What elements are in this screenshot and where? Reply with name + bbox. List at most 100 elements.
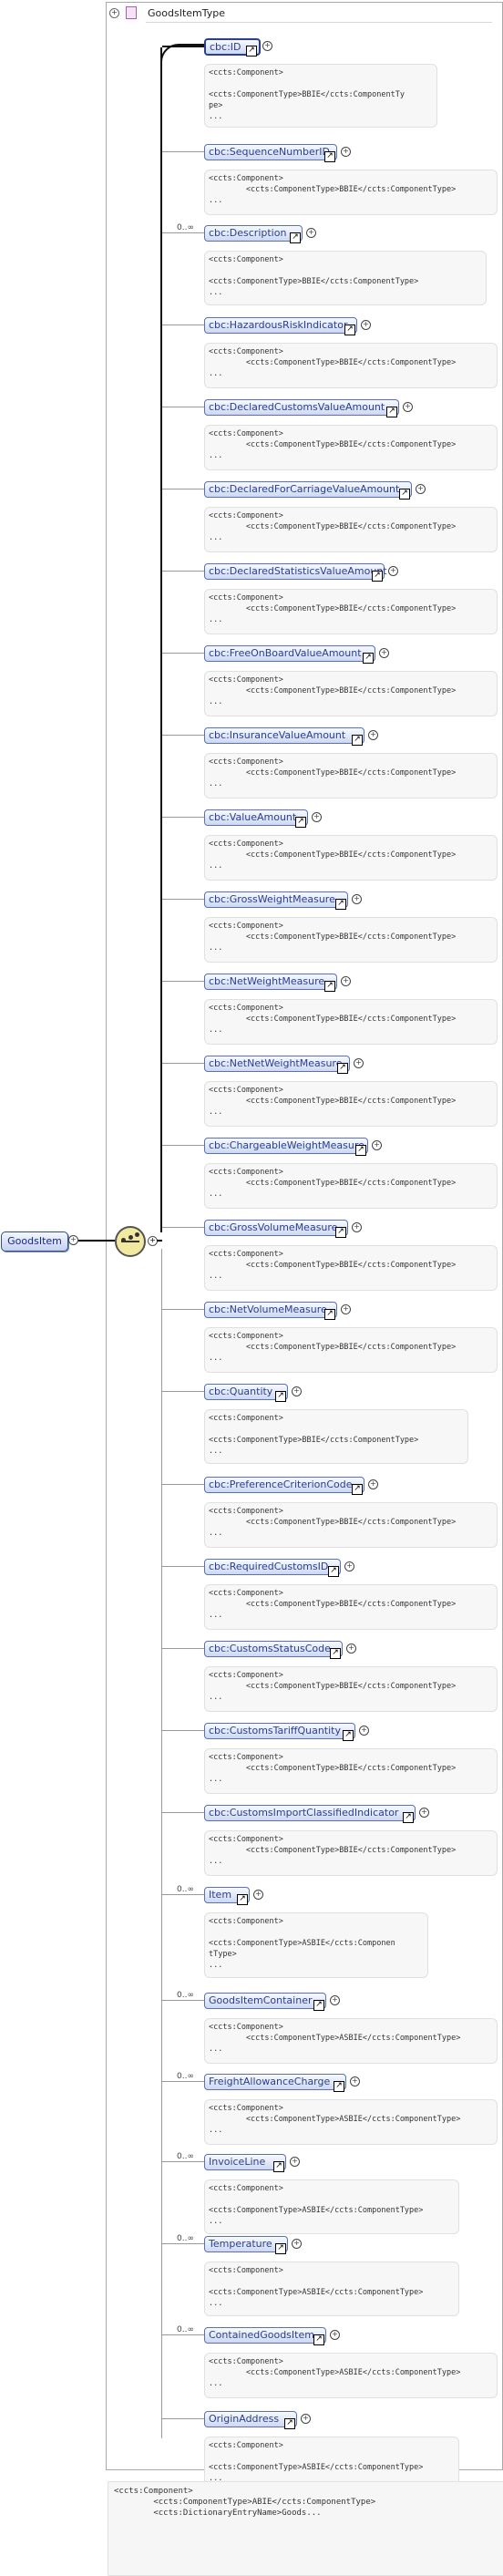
reference-arrow-icon: ↗ (324, 1309, 335, 1320)
branch-connector (162, 1309, 204, 1310)
expand-connector[interactable]: + (292, 1386, 302, 1396)
root-element-goodsitem[interactable]: GoodsItem (1, 1231, 68, 1252)
element-valueamount[interactable]: cbc:ValueAmount (204, 809, 308, 826)
expand-connector[interactable]: + (341, 976, 351, 986)
required-branch-line (160, 47, 162, 1232)
element-description[interactable]: cbc:Description (204, 225, 303, 242)
element-sequencenumberid[interactable]: cbc:SequenceNumberID (204, 144, 337, 160)
element-containedgoodsitem[interactable]: ContainedGoodsItem (204, 2327, 326, 2344)
expand-connector[interactable]: + (419, 1808, 429, 1818)
element-label: cbc:CustomsStatusCode (209, 1643, 331, 1654)
expand-connector[interactable]: + (359, 1726, 369, 1736)
expand-connector[interactable]: + (341, 147, 351, 157)
element-label: cbc:GrossVolumeMeasure (209, 1221, 338, 1233)
element-goodsitemcontainer[interactable]: GoodsItemContainer (204, 1993, 326, 2009)
expand-connector[interactable]: + (368, 730, 378, 740)
expand-connector[interactable]: + (388, 566, 398, 576)
element-annotation: <ccts:Component> <ccts:ComponentType>BBI… (204, 64, 437, 128)
element-annotation: <ccts:Component> <ccts:ComponentType>BBI… (204, 507, 498, 552)
optional-branch-line (161, 1249, 162, 2438)
reference-arrow-icon: ↗ (246, 46, 257, 57)
expand-connector[interactable]: + (354, 1058, 364, 1068)
type-header: + GoodsItemType (106, 2, 501, 24)
element-label: cbc:ChargeableWeightMeasure (209, 1139, 364, 1151)
expand-connector[interactable]: + (341, 1304, 351, 1314)
title-underline (146, 22, 492, 23)
reference-arrow-icon: ↗ (399, 489, 410, 500)
expand-connector[interactable]: + (312, 812, 322, 822)
branch-connector (162, 653, 204, 654)
element-label: cbc:HazardousRiskIndicator (209, 319, 348, 331)
branch-connector (162, 1063, 204, 1064)
element-preferencecriterioncode[interactable]: cbc:PreferenceCriterionCode (204, 1477, 364, 1493)
branch-connector (162, 151, 204, 152)
expand-connector[interactable]: + (368, 1479, 378, 1489)
reference-arrow-icon: ↗ (275, 2243, 286, 2254)
element-originaddress[interactable]: OriginAddress (204, 2411, 297, 2427)
reference-arrow-icon: ↗ (275, 1391, 286, 1402)
root-expand-connector[interactable]: + (68, 1235, 78, 1245)
branch-connector (162, 2081, 204, 2082)
multiplicity-label: 0..∞ (177, 2072, 194, 2081)
multiplicity-label: 0..∞ (177, 1885, 194, 1894)
reference-arrow-icon: ↗ (352, 1484, 363, 1495)
element-annotation: <ccts:Component> <ccts:ComponentType>BBI… (204, 1409, 468, 1464)
element-label: cbc:GrossWeightMeasure (209, 893, 335, 905)
element-annotation: <ccts:Component> <ccts:ComponentType>BBI… (204, 170, 498, 215)
expand-connector[interactable]: + (350, 2076, 360, 2087)
expand-connector[interactable]: + (352, 1222, 362, 1232)
element-netweightmeasure[interactable]: cbc:NetWeightMeasure (204, 974, 337, 990)
element-requiredcustomsid[interactable]: cbc:RequiredCustomsID (204, 1559, 341, 1575)
element-chargeableweightmeasure[interactable]: cbc:ChargeableWeightMeasure (204, 1138, 368, 1154)
branch-connector (162, 2243, 204, 2244)
element-freeonboardvalueamount[interactable]: cbc:FreeOnBoardValueAmount (204, 645, 375, 662)
expand-connector[interactable]: + (372, 1140, 382, 1150)
element-netvolumemeasure[interactable]: cbc:NetVolumeMeasure (204, 1302, 337, 1318)
reference-arrow-icon: ↗ (273, 2161, 284, 2172)
element-label: cbc:CustomsImportClassifiedIndicator (209, 1807, 399, 1819)
element-declaredstatisticsvalueamount[interactable]: cbc:DeclaredStatisticsValueAmount (204, 563, 387, 580)
element-grossvolumemeasure[interactable]: cbc:GrossVolumeMeasure (204, 1220, 348, 1236)
element-annotation: <ccts:Component> <ccts:ComponentType>ASB… (204, 2018, 498, 2064)
branch-connector (162, 1566, 204, 1567)
expand-connector[interactable]: + (306, 228, 316, 238)
sequence-compositor-icon[interactable] (115, 1226, 146, 1257)
reference-arrow-icon: ↗ (284, 2418, 295, 2429)
element-annotation: <ccts:Component> <ccts:ComponentType>BBI… (204, 1748, 498, 1794)
element-annotation: <ccts:Component> <ccts:ComponentType>BBI… (204, 1502, 498, 1548)
expand-connector[interactable]: + (346, 1643, 356, 1654)
branch-connector (162, 981, 204, 982)
element-customsimportclassifiedindicator[interactable]: cbc:CustomsImportClassifiedIndicator (204, 1805, 416, 1821)
expand-connector[interactable]: + (352, 894, 362, 904)
expand-connector[interactable]: + (330, 2330, 340, 2340)
element-insurancevalueamount[interactable]: cbc:InsuranceValueAmount (204, 727, 364, 744)
element-annotation: <ccts:Component> <ccts:ComponentType>BBI… (204, 999, 498, 1045)
expand-connector[interactable]: + (330, 1995, 340, 2005)
expand-connector[interactable]: + (361, 320, 371, 330)
expand-connector[interactable]: + (292, 2239, 302, 2249)
reference-arrow-icon: ↗ (372, 571, 383, 582)
element-netnetweightmeasure[interactable]: cbc:NetNetWeightMeasure (204, 1056, 350, 1072)
element-annotation: <ccts:Component> <ccts:ComponentType>BBI… (204, 251, 487, 305)
element-declaredforcarriagevalueamount[interactable]: cbc:DeclaredForCarriageValueAmount (204, 481, 412, 498)
expand-connector[interactable]: + (344, 1561, 354, 1571)
element-hazardousriskindicator[interactable]: cbc:HazardousRiskIndicator (204, 317, 357, 334)
element-customsstatuscode[interactable]: cbc:CustomsStatusCode (204, 1641, 343, 1657)
expand-connector[interactable]: + (403, 402, 413, 412)
element-freightallowancecharge[interactable]: FreightAllowanceCharge (204, 2074, 346, 2090)
expand-connector[interactable]: + (379, 648, 389, 658)
element-label: cbc:CustomsTariffQuantity (209, 1725, 341, 1736)
element-label: cbc:ValueAmount (209, 811, 297, 823)
expand-connector[interactable]: + (301, 2414, 311, 2424)
expand-connector[interactable]: + (290, 2157, 300, 2167)
element-annotation: <ccts:Component> <ccts:ComponentType>BBI… (204, 589, 498, 634)
element-customstariffquantity[interactable]: cbc:CustomsTariffQuantity (204, 1723, 355, 1739)
element-grossweightmeasure[interactable]: cbc:GrossWeightMeasure (204, 891, 348, 908)
expand-connector[interactable]: + (416, 484, 426, 494)
expand-connector[interactable]: + (253, 1890, 263, 1900)
sequence-link-line (157, 1240, 162, 1242)
expand-connector[interactable]: + (262, 41, 272, 51)
element-label: cbc:ID (210, 41, 241, 53)
element-declaredcustomsvalueamount[interactable]: cbc:DeclaredCustomsValueAmount (204, 399, 399, 416)
collapse-button[interactable]: + (109, 8, 119, 18)
